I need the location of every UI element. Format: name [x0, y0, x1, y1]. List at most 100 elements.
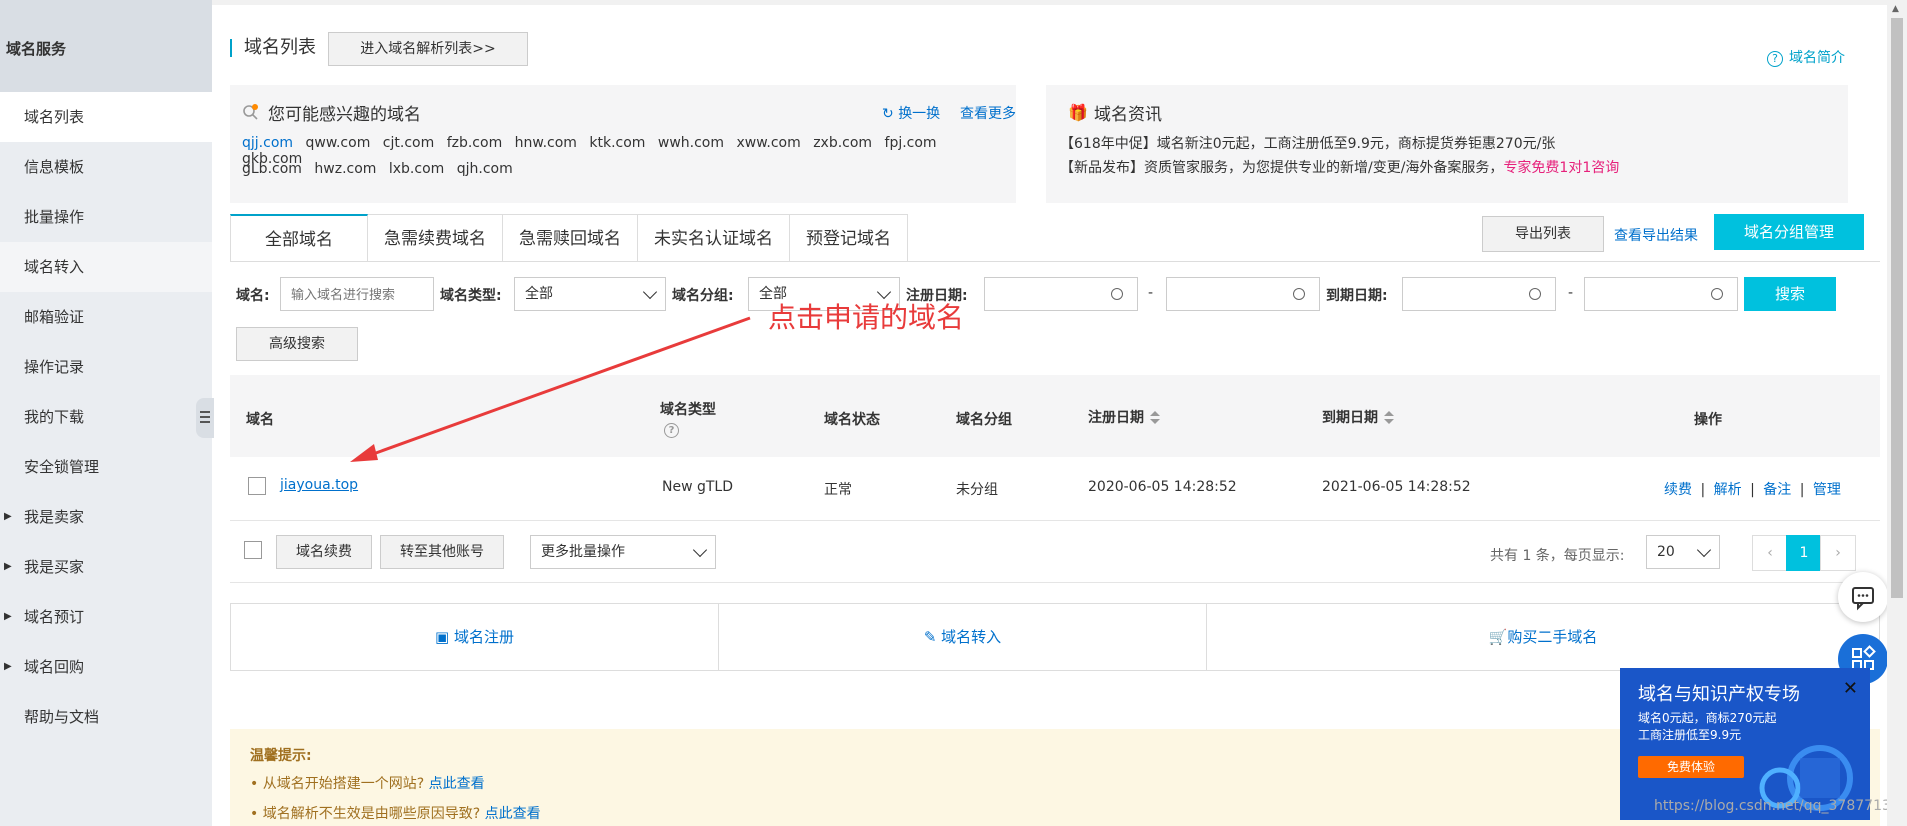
domain-suggestion[interactable]: ktk.com [589, 135, 645, 151]
domain-suggestion[interactable]: xww.com [736, 135, 800, 151]
close-icon[interactable]: ✕ [1843, 678, 1858, 699]
page-title: 域名列表 [230, 39, 316, 57]
page-button-current[interactable]: 1 [1786, 535, 1822, 571]
buy-label: 购买二手域名 [1507, 628, 1598, 646]
domain-suggestion[interactable]: hnw.com [515, 135, 577, 151]
tab-preregister[interactable]: 预登记域名 [790, 214, 908, 262]
scroll-thumb[interactable] [1891, 18, 1903, 598]
group-filter-label: 域名分组: [672, 288, 734, 304]
sidebar-item-security-lock[interactable]: 安全锁管理 [0, 442, 212, 492]
tab-all-domains[interactable]: 全部域名 [230, 214, 368, 262]
sidebar-item-reserve[interactable]: ▶ 域名预订 [0, 592, 212, 642]
page-size-value: 20 [1657, 544, 1675, 560]
chevron-down-icon [1696, 542, 1712, 558]
select-all-checkbox[interactable] [244, 541, 262, 559]
chat-button[interactable] [1838, 572, 1888, 622]
table-footer: 域名续费 转至其他账号 更多批量操作 共有 1 条，每页显示: 20 ‹ 1 › [230, 521, 1880, 583]
domain-suggestion[interactable]: hwz.com [314, 161, 376, 177]
sidebar-item-buyer[interactable]: ▶ 我是买家 [0, 542, 212, 592]
domain-suggestion[interactable]: qjj.com [242, 135, 293, 151]
domain-intro-link[interactable]: ? 域名简介 [1767, 47, 1845, 67]
domain-suggestion[interactable]: lxb.com [389, 161, 444, 177]
col-exp-date[interactable]: 到期日期 [1322, 407, 1394, 427]
sidebar-item-logs[interactable]: 操作记录 [0, 342, 212, 392]
reg-date: 2020-06-05 14:28:52 [1088, 479, 1237, 495]
export-list-button[interactable]: 导出列表 [1482, 216, 1604, 252]
date-dash: - [1568, 285, 1574, 301]
sidebar-item-buyback[interactable]: ▶ 域名回购 [0, 642, 212, 692]
tip-link[interactable]: 点此查看 [429, 776, 485, 792]
domain-suggestion[interactable]: zxb.com [813, 135, 872, 151]
sidebar-item-templates[interactable]: 信息模板 [0, 142, 212, 192]
sidebar-item-help[interactable]: 帮助与文档 [0, 692, 212, 742]
bulk-renew-button[interactable]: 域名续费 [276, 535, 372, 569]
caret-right-icon: ▶ [4, 661, 12, 672]
exp-date-label: 到期日期: [1326, 288, 1388, 304]
sidebar-item-downloads[interactable]: 我的下载 [0, 392, 212, 442]
type-filter-label: 域名类型: [440, 288, 502, 304]
domain-suggestion[interactable]: qww.com [305, 135, 370, 151]
view-more-link[interactable]: 查看更多 [960, 103, 1016, 123]
clock-icon [1529, 288, 1541, 300]
news-line-1: 【618年中促】域名新注0元起，工商注册低至9.9元，商标提货券钜惠270元/张 [1060, 136, 1556, 152]
domain-link[interactable]: jiayoua.top [280, 477, 358, 493]
search-button[interactable]: 搜索 [1744, 277, 1836, 311]
expert-consult-link[interactable]: 专家免费1对1咨询 [1503, 160, 1619, 176]
sort-icon [1384, 411, 1394, 425]
reg-date-end[interactable] [1166, 277, 1320, 311]
promo-cta-button[interactable]: 免费体验 [1638, 756, 1744, 778]
dns-link[interactable]: 解析 [1714, 482, 1742, 498]
col-group: 域名分组 [956, 412, 1012, 428]
sidebar-item-label: 我是卖家 [24, 508, 85, 526]
news-line-2-text: 【新品发布】资质管家服务，为您提供专业的新增/变更/海外备案服务， [1060, 160, 1504, 176]
renew-link[interactable]: 续费 [1664, 482, 1692, 498]
domain-suggestion[interactable]: wwh.com [658, 135, 724, 151]
tab-unverified[interactable]: 未实名认证域名 [638, 214, 790, 262]
domain-suggestion[interactable]: fzb.com [447, 135, 503, 151]
manage-link[interactable]: 管理 [1813, 482, 1841, 498]
domain-suggestion[interactable]: qjh.com [457, 161, 513, 177]
transfer-account-button[interactable]: 转至其他账号 [380, 535, 504, 569]
group-manage-button[interactable]: 域名分组管理 [1714, 214, 1864, 250]
more-bulk-ops-select[interactable]: 更多批量操作 [530, 535, 716, 569]
sidebar-item-batch[interactable]: 批量操作 [0, 192, 212, 242]
exp-date-end[interactable] [1584, 277, 1738, 311]
sidebar-item-seller[interactable]: ▶ 我是卖家 [0, 492, 212, 542]
page-size-select[interactable]: 20 [1646, 535, 1720, 569]
tip-link[interactable]: 点此查看 [485, 806, 541, 822]
refresh-link[interactable]: ↻ 换一换 [882, 103, 940, 123]
domain-suggestion[interactable]: gLb.com [242, 161, 302, 177]
col-reg-date[interactable]: 注册日期 [1088, 407, 1160, 427]
domain-search-input[interactable] [280, 277, 434, 311]
sidebar-item-transfer-in[interactable]: 域名转入 [0, 242, 212, 292]
domain-suggestion[interactable]: fpj.com [885, 135, 937, 151]
transfer-in-action[interactable]: ✎ 域名转入 [719, 604, 1207, 670]
tab-renew-urgent[interactable]: 急需续费域名 [368, 214, 503, 262]
col-ops: 操作 [1694, 412, 1722, 428]
watermark: https://blog.csdn.net/qq_37877136 [1654, 798, 1900, 814]
vertical-scrollbar[interactable]: ▲ [1887, 0, 1907, 826]
export-result-link[interactable]: 查看导出结果 [1614, 225, 1698, 245]
tip-text: • 域名解析不生效是由哪些原因导致? [250, 806, 481, 822]
type-select[interactable]: 全部 [514, 277, 666, 311]
row-checkbox[interactable] [248, 477, 266, 495]
tab-redeem-urgent[interactable]: 急需赎回域名 [503, 214, 638, 262]
prev-page-button[interactable]: ‹ [1752, 535, 1788, 571]
suggested-domains-row-2: gLb.com hwz.com lxb.com qjh.com [242, 161, 521, 177]
register-domain-action[interactable]: ▣ 域名注册 [231, 604, 719, 670]
next-page-button[interactable]: › [1820, 535, 1856, 571]
scroll-up-icon[interactable]: ▲ [1892, 4, 1899, 14]
reg-date-start[interactable] [984, 277, 1138, 311]
sidebar-item-email-verify[interactable]: 邮箱验证 [0, 292, 212, 342]
domain-suggestion[interactable]: cjt.com [383, 135, 434, 151]
remark-link[interactable]: 备注 [1763, 482, 1791, 498]
sidebar-item-domain-list[interactable]: 域名列表 [0, 92, 212, 142]
caret-right-icon: ▶ [4, 611, 12, 622]
sidebar-item-label: 安全锁管理 [24, 458, 100, 476]
buy-used-domain-action[interactable]: 🛒购买二手域名 [1207, 604, 1879, 670]
sidebar-brand: 域名服务 [0, 0, 212, 92]
register-label: 域名注册 [453, 628, 514, 646]
exp-date-start[interactable] [1402, 277, 1556, 311]
sidebar-item-label: 邮箱验证 [24, 308, 85, 326]
dns-list-button[interactable]: 进入域名解析列表>> [328, 32, 528, 66]
